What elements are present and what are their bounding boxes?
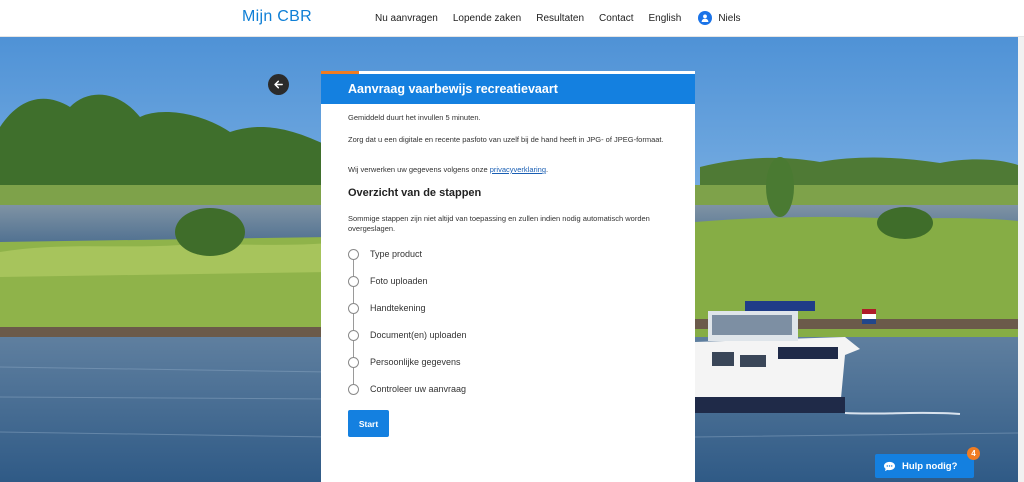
step-label: Persoonlijke gegevens [370, 357, 461, 367]
step-item: Type product [348, 248, 422, 260]
nav-nu-aanvragen[interactable]: Nu aanvragen [375, 13, 438, 24]
step-circle-icon [348, 356, 359, 368]
privacy-text: Wij verwerken uw gegevens volgens onze p… [348, 165, 549, 174]
card-title: Aanvraag vaarbewijs recreatievaart [321, 74, 695, 104]
step-circle-icon [348, 302, 359, 314]
step-item: Persoonlijke gegevens [348, 356, 461, 368]
step-circle-icon [348, 329, 359, 341]
back-button[interactable] [268, 74, 289, 95]
step-item: Controleer uw aanvraag [348, 383, 466, 395]
application-card: Aanvraag vaarbewijs recreatievaart Gemid… [321, 71, 695, 482]
privacy-link[interactable]: privacyverklaring [490, 165, 546, 174]
user-name: Niels [718, 12, 741, 24]
main-nav: Nu aanvragen Lopende zaken Resultaten Co… [375, 11, 741, 25]
help-label: Hulp nodig? [902, 460, 958, 472]
intro-photo-text: Zorg dat u een digitale en recente pasfo… [348, 135, 664, 144]
arrow-left-icon [274, 80, 283, 89]
step-label: Foto uploaden [370, 276, 428, 286]
user-menu[interactable]: Niels [698, 11, 741, 25]
step-label: Handtekening [370, 303, 426, 313]
steps-note: Sommige stappen zijn niet altijd van toe… [348, 214, 650, 233]
user-icon [698, 11, 713, 25]
step-circle-icon [348, 383, 359, 395]
nav-lopende-zaken[interactable]: Lopende zaken [453, 13, 521, 24]
chat-icon [884, 461, 895, 471]
intro-duration-text: Gemiddeld duurt het invullen 5 minuten. [348, 113, 481, 122]
step-label: Controleer uw aanvraag [370, 384, 467, 394]
nav-english[interactable]: English [649, 13, 682, 24]
start-button[interactable]: Start [348, 410, 389, 437]
step-label: Type product [370, 249, 423, 259]
steps-heading: Overzicht van de stappen [348, 187, 482, 199]
step-circle-icon [348, 248, 359, 260]
page-scrollbar[interactable] [1018, 37, 1024, 482]
step-label: Document(en) uploaden [370, 330, 467, 340]
nav-contact[interactable]: Contact [599, 13, 633, 24]
step-item: Document(en) uploaden [348, 329, 467, 341]
nav-resultaten[interactable]: Resultaten [536, 13, 584, 24]
step-circle-icon [348, 275, 359, 287]
logo[interactable]: Mijn CBR [242, 8, 312, 26]
help-notification-badge: 4 [967, 447, 980, 460]
help-chat-button[interactable]: Hulp nodig? [875, 454, 974, 478]
top-navigation: Mijn CBR Nu aanvragen Lopende zaken Resu… [0, 0, 1024, 37]
step-item: Foto uploaden [348, 275, 428, 287]
step-item: Handtekening [348, 302, 426, 314]
